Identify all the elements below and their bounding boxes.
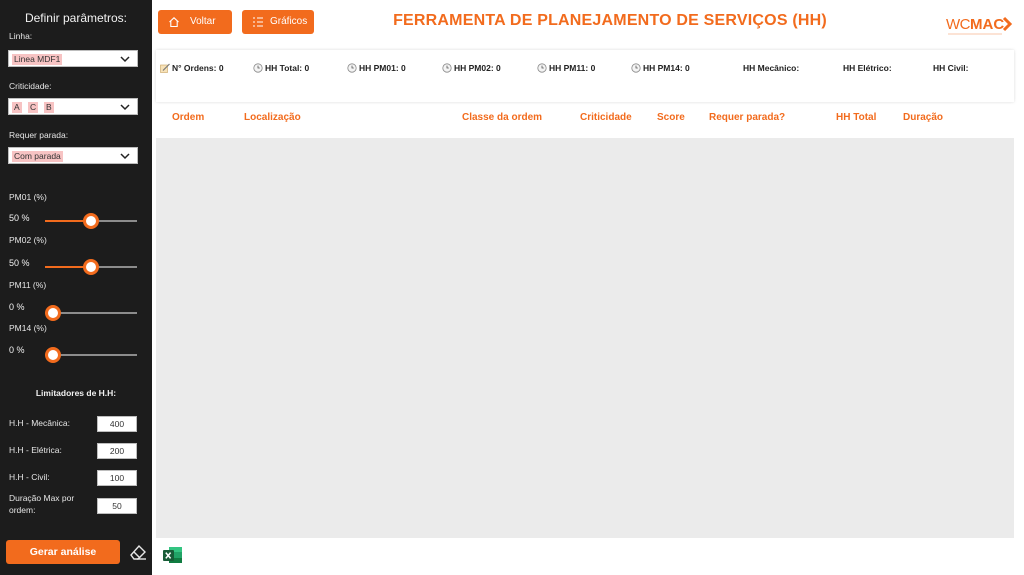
clock-icon: [253, 63, 263, 73]
hh-pm11-stat: HH PM11: 0: [537, 63, 595, 73]
table-body[interactable]: [156, 138, 1014, 538]
pm14-slider-thumb[interactable]: [45, 347, 61, 363]
pm02-slider-thumb[interactable]: [83, 259, 99, 275]
col-duracao[interactable]: Duração: [903, 112, 943, 123]
chevron-down-icon: [120, 153, 130, 160]
home-icon: [169, 17, 179, 28]
pm01-slider[interactable]: [45, 213, 137, 229]
pm11-slider[interactable]: [45, 305, 137, 321]
criticidade-chip-a: A: [12, 102, 22, 113]
chevron-down-icon: [120, 56, 130, 63]
hh-pm01-stat-text: HH PM01: 0: [359, 63, 406, 73]
col-criticidade[interactable]: Criticidade: [580, 112, 632, 123]
linha-label: Linha:: [9, 31, 33, 41]
col-score[interactable]: Score: [657, 112, 685, 123]
pencil-icon: [160, 63, 170, 73]
pm14-value: 0 %: [9, 345, 25, 355]
pm14-label: PM14 (%): [9, 323, 47, 333]
pm02-slider[interactable]: [45, 259, 137, 275]
criticidade-label: Criticidade:: [9, 81, 52, 91]
pm01-label: PM01 (%): [9, 192, 47, 202]
criticidade-chip-c: C: [28, 102, 39, 113]
excel-icon[interactable]: [162, 544, 184, 566]
col-hh-total[interactable]: HH Total: [836, 112, 876, 123]
pm02-value: 50 %: [9, 258, 30, 268]
clock-icon: [347, 63, 357, 73]
linha-select[interactable]: Linea MDF1: [8, 50, 138, 67]
clock-icon: [537, 63, 547, 73]
linha-chip: Linea MDF1: [12, 54, 63, 65]
hh-pm14-stat-text: HH PM14: 0: [643, 63, 690, 73]
graficos-label: Gráficos: [270, 16, 308, 27]
hh-mecanico-stat: HH Mecânico:: [743, 63, 800, 73]
limit-mecanica-label: H.H - Mecânica:: [9, 418, 70, 428]
hh-pm01-stat: HH PM01: 0: [347, 63, 406, 73]
col-requer-parada[interactable]: Requer parada?: [709, 112, 785, 123]
limit-duracao-input[interactable]: 50: [97, 498, 137, 514]
limit-mecanica-input[interactable]: 400: [97, 416, 137, 432]
summary-card: N° Ordens: 0 HH Total: 0 HH PM01: 0 HH P…: [156, 50, 1014, 102]
criticidade-select[interactable]: A C B: [8, 98, 138, 115]
eraser-icon[interactable]: [128, 542, 148, 562]
graficos-button[interactable]: Gráficos: [242, 10, 314, 34]
sidebar: Definir parâmetros: Linha: Linea MDF1 Cr…: [0, 0, 152, 575]
parada-label: Requer parada:: [9, 130, 69, 140]
parada-select[interactable]: Com parada: [8, 147, 138, 164]
page-title: FERRAMENTA DE PLANEJAMENTO DE SERVIÇOS (…: [393, 12, 827, 29]
pm14-slider[interactable]: [45, 347, 137, 363]
limit-eletrica-label: H.H - Elétrica:: [9, 445, 62, 455]
svg-text:MAC: MAC: [970, 16, 1004, 33]
ordens-stat-text: N° Ordens: 0: [172, 63, 224, 73]
pm02-label: PM02 (%): [9, 235, 47, 245]
col-classe-ordem[interactable]: Classe da ordem: [462, 112, 542, 123]
hh-pm02-stat-text: HH PM02: 0: [454, 63, 501, 73]
chevron-down-icon: [120, 104, 130, 111]
limits-title: Limitadores de H.H:: [35, 388, 117, 398]
list-icon: [253, 17, 263, 27]
hh-pm02-stat: HH PM02: 0: [442, 63, 501, 73]
hh-eletrico-stat: HH Elétrico:: [843, 63, 892, 73]
voltar-label: Voltar: [190, 16, 216, 27]
limit-eletrica-input[interactable]: 200: [97, 443, 137, 459]
pm01-slider-thumb[interactable]: [83, 213, 99, 229]
limit-civil-input[interactable]: 100: [97, 470, 137, 486]
criticidade-chip-b: B: [44, 102, 54, 113]
limit-civil-label: H.H - Civil:: [9, 472, 50, 482]
hh-pm14-stat: HH PM14: 0: [631, 63, 690, 73]
col-ordem[interactable]: Ordem: [172, 112, 204, 123]
ordens-stat: N° Ordens: 0: [160, 63, 224, 73]
pm11-label: PM11 (%): [9, 280, 47, 290]
wcmac-logo: WC MAC: [946, 16, 1013, 35]
pm11-value: 0 %: [9, 302, 25, 312]
pm11-slider-thumb[interactable]: [45, 305, 61, 321]
voltar-button[interactable]: Voltar: [158, 10, 232, 34]
hh-total-stat-text: HH Total: 0: [265, 63, 310, 73]
parada-chip: Com parada: [12, 151, 63, 162]
gerar-analise-button[interactable]: Gerar análise: [6, 540, 120, 564]
sidebar-title: Definir parâmetros:: [24, 11, 128, 25]
svg-text:WC: WC: [946, 16, 971, 33]
hh-total-stat: HH Total: 0: [253, 63, 309, 73]
clock-icon: [442, 63, 452, 73]
hh-pm11-stat-text: HH PM11: 0: [549, 63, 596, 73]
clock-icon: [631, 63, 641, 73]
limit-duracao-label: Duração Max por ordem:: [9, 493, 75, 515]
col-localizacao[interactable]: Localização: [244, 112, 301, 123]
table-header: Ordem Localização Classe da ordem Critic…: [156, 106, 1014, 138]
pm01-value: 50 %: [9, 213, 30, 223]
hh-civil-stat: HH Civil:: [933, 63, 969, 73]
